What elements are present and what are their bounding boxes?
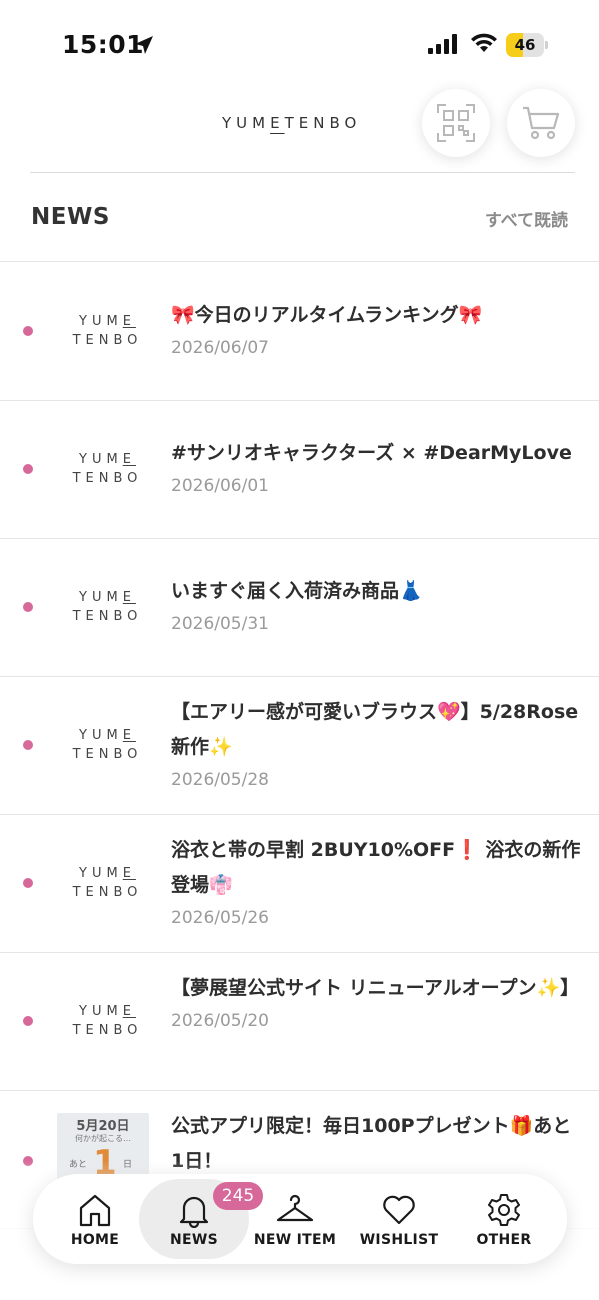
brand-logo[interactable]: YUMETENBO bbox=[222, 114, 361, 132]
news-thumbnail: YUME TENBO bbox=[72, 1004, 143, 1038]
tab-label: OTHER bbox=[476, 1232, 532, 1248]
qr-code-icon bbox=[437, 104, 475, 142]
news-item[interactable]: YUME TENBO 🎀今日のリアルタイムランキング🎀 2026/06/07 bbox=[0, 263, 599, 401]
news-thumbnail: YUME TENBO bbox=[72, 452, 143, 486]
news-thumbnail: YUME TENBO bbox=[72, 866, 143, 900]
heart-icon bbox=[383, 1195, 415, 1225]
header-divider bbox=[30, 172, 575, 173]
news-section-header: NEWS すべて既読 bbox=[0, 174, 599, 262]
battery-indicator: 46 bbox=[506, 33, 548, 57]
news-item-title: 浴衣と帯の早割 2BUY10%OFF❗ 浴衣の新作登場👘 bbox=[171, 839, 581, 896]
unread-dot bbox=[23, 464, 33, 474]
news-thumbnail: YUME TENBO bbox=[72, 590, 143, 624]
hanger-icon bbox=[276, 1194, 314, 1222]
news-item[interactable]: YUME TENBO 【夢展望公式サイト リニューアルオープン✨】 2026/0… bbox=[0, 953, 599, 1091]
status-bar: 15:01 46 bbox=[0, 0, 599, 88]
status-time: 15:01 bbox=[62, 30, 145, 59]
tab-label: NEWS bbox=[169, 1232, 218, 1248]
page-title: NEWS bbox=[31, 204, 110, 230]
news-item-date: 2026/05/20 bbox=[171, 1011, 269, 1031]
cart-icon bbox=[523, 106, 560, 140]
news-item[interactable]: YUME TENBO いますぐ届く入荷済み商品👗 2026/05/31 bbox=[0, 539, 599, 677]
news-item-date: 2026/06/01 bbox=[171, 476, 269, 496]
news-item[interactable]: YUME TENBO 【エアリー感が可愛いブラウス💖】5/28Rose 新作✨ … bbox=[0, 677, 599, 815]
unread-dot bbox=[23, 740, 33, 750]
news-item-date: 2026/05/31 bbox=[171, 614, 269, 634]
qr-code-button[interactable] bbox=[422, 89, 490, 157]
cart-button[interactable] bbox=[507, 89, 575, 157]
location-arrow-icon bbox=[135, 36, 153, 54]
unread-dot bbox=[23, 602, 33, 612]
bottom-tab-bar: HOME NEWS 245 NEW ITEM WISHLIST OTHER bbox=[33, 1174, 567, 1264]
gear-icon bbox=[488, 1194, 520, 1226]
tab-label: NEW ITEM bbox=[253, 1232, 337, 1248]
tab-other[interactable]: OTHER bbox=[461, 1174, 547, 1264]
bell-icon bbox=[179, 1196, 209, 1228]
tab-label: WISHLIST bbox=[359, 1232, 439, 1248]
mark-all-read-button[interactable]: すべて既読 bbox=[485, 206, 568, 231]
home-icon bbox=[79, 1194, 111, 1227]
news-item[interactable]: YUME TENBO 浴衣と帯の早割 2BUY10%OFF❗ 浴衣の新作登場👘 … bbox=[0, 815, 599, 953]
cellular-signal-icon bbox=[428, 34, 457, 54]
tab-label: HOME bbox=[70, 1232, 120, 1248]
tab-new-item[interactable]: NEW ITEM bbox=[245, 1174, 345, 1264]
news-list: YUME TENBO 🎀今日のリアルタイムランキング🎀 2026/06/07 Y… bbox=[0, 263, 599, 1229]
unread-dot bbox=[23, 326, 33, 336]
news-item-title: いますぐ届く入荷済み商品👗 bbox=[171, 580, 423, 602]
news-item-date: 2026/06/07 bbox=[171, 338, 269, 358]
app-header: YUMETENBO bbox=[0, 88, 599, 174]
unread-dot bbox=[23, 878, 33, 888]
tab-home[interactable]: HOME bbox=[53, 1174, 137, 1264]
tab-news[interactable]: NEWS 245 bbox=[151, 1174, 263, 1264]
news-item-title: #サンリオキャラクターズ × #DearMyLove bbox=[171, 442, 572, 464]
news-item-title: 【夢展望公式サイト リニューアルオープン✨】 bbox=[171, 977, 580, 999]
unread-dot bbox=[23, 1016, 33, 1026]
news-item[interactable]: YUME TENBO #サンリオキャラクターズ × #DearMyLove 20… bbox=[0, 401, 599, 539]
news-thumbnail: YUME TENBO bbox=[72, 314, 143, 348]
news-thumbnail: YUME TENBO bbox=[72, 728, 143, 762]
news-item-title: 【エアリー感が可愛いブラウス💖】5/28Rose 新作✨ bbox=[171, 701, 579, 758]
news-item-date: 2026/05/28 bbox=[171, 770, 269, 790]
wifi-icon bbox=[471, 33, 497, 52]
news-item-title: 🎀今日のリアルタイムランキング🎀 bbox=[171, 304, 483, 326]
tab-wishlist[interactable]: WISHLIST bbox=[351, 1174, 447, 1264]
battery-level: 46 bbox=[514, 36, 536, 54]
news-item-date: 2026/05/26 bbox=[171, 908, 269, 928]
